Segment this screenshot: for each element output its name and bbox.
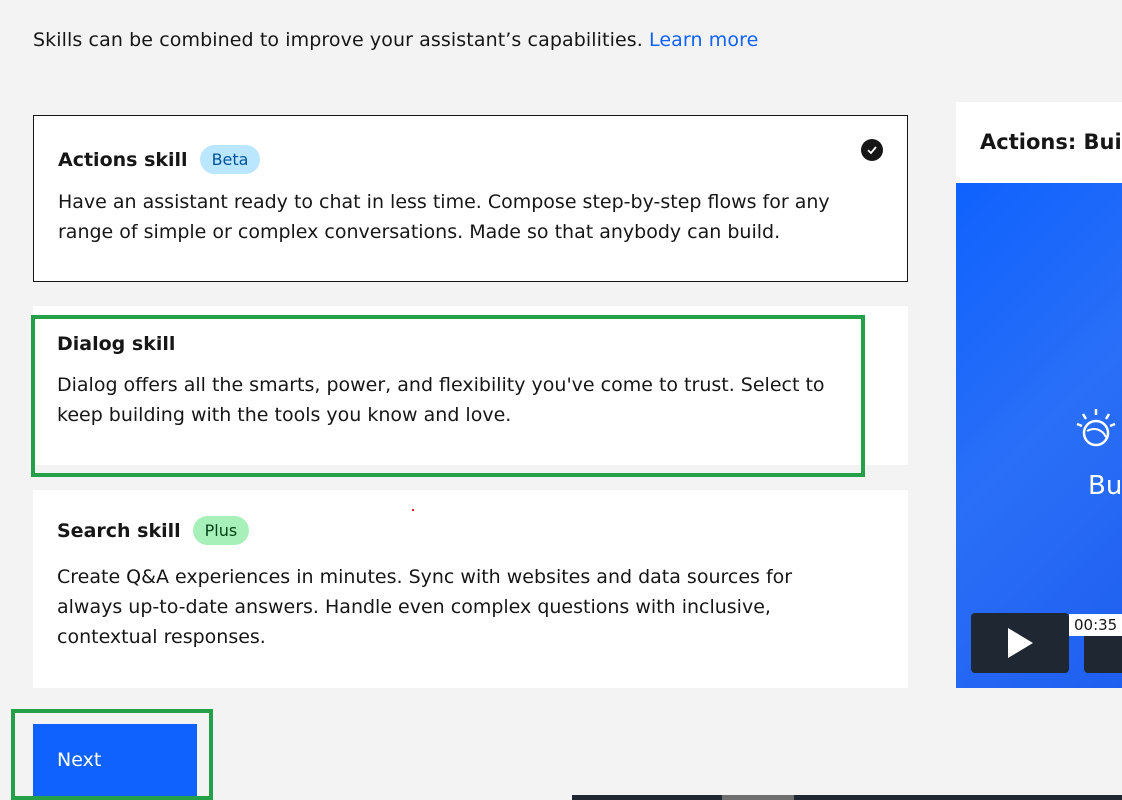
video-control-button[interactable]	[1084, 633, 1122, 673]
video-panel: Actions: Buil Bu 00:35	[956, 102, 1122, 688]
learn-more-link[interactable]: Learn more	[649, 29, 758, 51]
intro-description: Skills can be combined to improve your a…	[33, 29, 643, 51]
next-button[interactable]: Next	[33, 724, 197, 800]
search-skill-title: Search skill	[57, 519, 181, 542]
video-player[interactable]: Bu 00:35	[956, 183, 1122, 688]
bottom-bar	[572, 795, 1122, 800]
watson-logo-icon	[1076, 409, 1116, 447]
play-button[interactable]	[971, 613, 1069, 673]
play-icon	[1008, 628, 1033, 658]
dialog-skill-card[interactable]: Dialog skill Dialog offers all the smart…	[33, 306, 908, 465]
dialog-skill-title: Dialog skill	[57, 333, 176, 355]
dialog-skill-heading: Dialog skill	[57, 333, 175, 355]
actions-skill-heading: Actions skill Beta	[58, 145, 261, 175]
bottom-bar-segment	[722, 795, 794, 800]
cursor-dot	[412, 509, 414, 511]
search-skill-description: Create Q&A experiences in minutes. Sync …	[57, 566, 793, 648]
actions-skill-title: Actions skill	[58, 148, 188, 171]
search-skill-card[interactable]: Search skill Plus Create Q&A experiences…	[33, 490, 908, 688]
dialog-skill-description: Dialog offers all the smarts, power, and…	[57, 374, 825, 426]
checkmark-filled-icon	[861, 139, 883, 161]
video-time: 00:35	[1069, 614, 1122, 636]
actions-skill-description: Have an assistant ready to chat in less …	[58, 191, 830, 243]
video-caption: Bu	[1088, 471, 1122, 501]
video-title: Actions: Buil	[980, 130, 1122, 154]
search-skill-heading: Search skill Plus	[57, 516, 250, 546]
beta-tag: Beta	[199, 145, 261, 175]
intro-text: Skills can be combined to improve your a…	[33, 29, 758, 51]
plus-tag: Plus	[192, 516, 250, 546]
actions-skill-card[interactable]: Actions skill Beta Have an assistant rea…	[33, 115, 908, 282]
